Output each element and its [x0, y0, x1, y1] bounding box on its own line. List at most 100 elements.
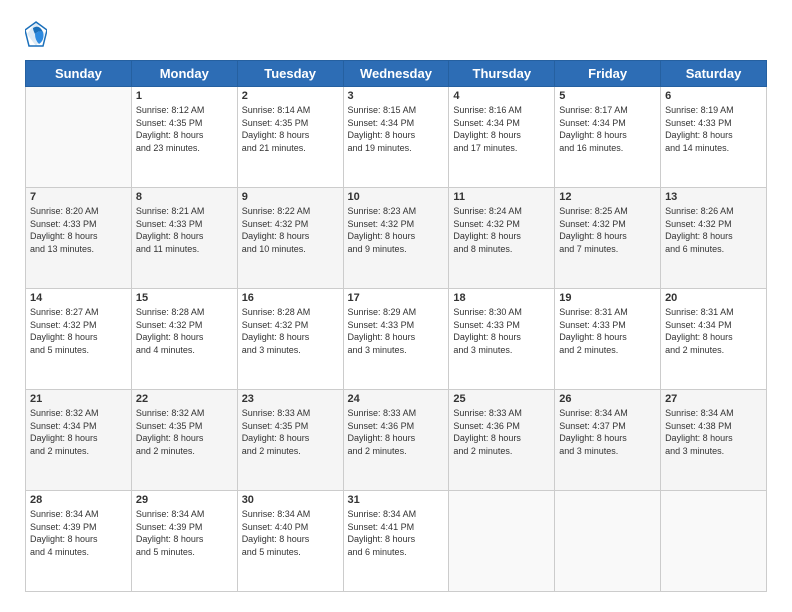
calendar-cell: 7 Sunrise: 8:20 AM Sunset: 4:33 PM Daylig…	[26, 188, 132, 289]
calendar-cell	[661, 491, 767, 592]
day-info: Sunrise: 8:31 AM Sunset: 4:34 PM Dayligh…	[665, 306, 762, 356]
weekday-header-tuesday: Tuesday	[237, 61, 343, 87]
calendar-week-row: 14 Sunrise: 8:27 AM Sunset: 4:32 PM Dayli…	[26, 289, 767, 390]
day-info: Sunrise: 8:12 AM Sunset: 4:35 PM Dayligh…	[136, 104, 233, 154]
calendar-cell: 24 Sunrise: 8:33 AM Sunset: 4:36 PM Dayli…	[343, 390, 449, 491]
day-number: 5	[559, 90, 656, 102]
day-info: Sunrise: 8:30 AM Sunset: 4:33 PM Dayligh…	[453, 306, 550, 356]
day-info: Sunrise: 8:33 AM Sunset: 4:35 PM Dayligh…	[242, 407, 339, 457]
calendar-cell: 11 Sunrise: 8:24 AM Sunset: 4:32 PM Dayli…	[449, 188, 555, 289]
day-info: Sunrise: 8:24 AM Sunset: 4:32 PM Dayligh…	[453, 205, 550, 255]
day-number: 31	[348, 494, 445, 506]
day-info: Sunrise: 8:22 AM Sunset: 4:32 PM Dayligh…	[242, 205, 339, 255]
day-info: Sunrise: 8:14 AM Sunset: 4:35 PM Dayligh…	[242, 104, 339, 154]
calendar-week-row: 28 Sunrise: 8:34 AM Sunset: 4:39 PM Dayli…	[26, 491, 767, 592]
calendar-cell: 17 Sunrise: 8:29 AM Sunset: 4:33 PM Dayli…	[343, 289, 449, 390]
calendar-cell: 27Sunrise: 8:34 AM Sunset: 4:38 PM Dayli…	[661, 390, 767, 491]
day-number: 20	[665, 292, 762, 304]
header	[25, 20, 767, 48]
day-info: Sunrise: 8:28 AM Sunset: 4:32 PM Dayligh…	[242, 306, 339, 356]
day-number: 11	[453, 191, 550, 203]
weekday-header-wednesday: Wednesday	[343, 61, 449, 87]
day-number: 7	[30, 191, 127, 203]
calendar-cell: 8 Sunrise: 8:21 AM Sunset: 4:33 PM Daylig…	[131, 188, 237, 289]
calendar-table: SundayMondayTuesdayWednesdayThursdayFrid…	[25, 60, 767, 592]
day-number: 6	[665, 90, 762, 102]
day-number: 28	[30, 494, 127, 506]
weekday-header-monday: Monday	[131, 61, 237, 87]
day-number: 25	[453, 393, 550, 405]
day-info: Sunrise: 8:27 AM Sunset: 4:32 PM Dayligh…	[30, 306, 127, 356]
day-number: 9	[242, 191, 339, 203]
calendar-cell: 16 Sunrise: 8:28 AM Sunset: 4:32 PM Dayli…	[237, 289, 343, 390]
day-number: 14	[30, 292, 127, 304]
calendar-cell: 3 Sunrise: 8:15 AM Sunset: 4:34 PM Daylig…	[343, 87, 449, 188]
calendar-week-row: 1Sunrise: 8:12 AM Sunset: 4:35 PM Daylig…	[26, 87, 767, 188]
day-info: Sunrise: 8:19 AM Sunset: 4:33 PM Dayligh…	[665, 104, 762, 154]
page: SundayMondayTuesdayWednesdayThursdayFrid…	[0, 0, 792, 612]
calendar-cell: 10Sunrise: 8:23 AM Sunset: 4:32 PM Dayli…	[343, 188, 449, 289]
weekday-header-friday: Friday	[555, 61, 661, 87]
day-number: 12	[559, 191, 656, 203]
calendar-cell: 4Sunrise: 8:16 AM Sunset: 4:34 PM Daylig…	[449, 87, 555, 188]
day-info: Sunrise: 8:29 AM Sunset: 4:33 PM Dayligh…	[348, 306, 445, 356]
weekday-header-saturday: Saturday	[661, 61, 767, 87]
day-info: Sunrise: 8:32 AM Sunset: 4:35 PM Dayligh…	[136, 407, 233, 457]
day-number: 2	[242, 90, 339, 102]
calendar-cell: 6 Sunrise: 8:19 AM Sunset: 4:33 PM Daylig…	[661, 87, 767, 188]
day-number: 18	[453, 292, 550, 304]
day-number: 29	[136, 494, 233, 506]
calendar-cell: 30 Sunrise: 8:34 AM Sunset: 4:40 PM Dayli…	[237, 491, 343, 592]
day-info: Sunrise: 8:34 AM Sunset: 4:37 PM Dayligh…	[559, 407, 656, 457]
day-info: Sunrise: 8:34 AM Sunset: 4:39 PM Dayligh…	[30, 508, 127, 558]
day-number: 10	[348, 191, 445, 203]
day-number: 26	[559, 393, 656, 405]
calendar-cell: 1Sunrise: 8:12 AM Sunset: 4:35 PM Daylig…	[131, 87, 237, 188]
day-info: Sunrise: 8:20 AM Sunset: 4:33 PM Dayligh…	[30, 205, 127, 255]
day-number: 19	[559, 292, 656, 304]
logo	[25, 20, 51, 48]
day-number: 30	[242, 494, 339, 506]
calendar-cell	[449, 491, 555, 592]
calendar-cell: 18 Sunrise: 8:30 AM Sunset: 4:33 PM Dayli…	[449, 289, 555, 390]
day-number: 21	[30, 393, 127, 405]
day-number: 17	[348, 292, 445, 304]
calendar-cell: 12 Sunrise: 8:25 AM Sunset: 4:32 PM Dayli…	[555, 188, 661, 289]
calendar-cell: 23 Sunrise: 8:33 AM Sunset: 4:35 PM Dayli…	[237, 390, 343, 491]
day-info: Sunrise: 8:33 AM Sunset: 4:36 PM Dayligh…	[348, 407, 445, 457]
day-info: Sunrise: 8:21 AM Sunset: 4:33 PM Dayligh…	[136, 205, 233, 255]
day-info: Sunrise: 8:32 AM Sunset: 4:34 PM Dayligh…	[30, 407, 127, 457]
day-info: Sunrise: 8:34 AM Sunset: 4:39 PM Dayligh…	[136, 508, 233, 558]
calendar-cell	[26, 87, 132, 188]
calendar-cell: 15 Sunrise: 8:28 AM Sunset: 4:32 PM Dayli…	[131, 289, 237, 390]
day-info: Sunrise: 8:34 AM Sunset: 4:38 PM Dayligh…	[665, 407, 762, 457]
calendar-cell: 28 Sunrise: 8:34 AM Sunset: 4:39 PM Dayli…	[26, 491, 132, 592]
calendar-week-row: 21 Sunrise: 8:32 AM Sunset: 4:34 PM Dayli…	[26, 390, 767, 491]
day-info: Sunrise: 8:25 AM Sunset: 4:32 PM Dayligh…	[559, 205, 656, 255]
calendar-cell: 2 Sunrise: 8:14 AM Sunset: 4:35 PM Daylig…	[237, 87, 343, 188]
calendar-cell: 31 Sunrise: 8:34 AM Sunset: 4:41 PM Dayli…	[343, 491, 449, 592]
day-number: 24	[348, 393, 445, 405]
day-info: Sunrise: 8:28 AM Sunset: 4:32 PM Dayligh…	[136, 306, 233, 356]
weekday-header-sunday: Sunday	[26, 61, 132, 87]
day-info: Sunrise: 8:34 AM Sunset: 4:41 PM Dayligh…	[348, 508, 445, 558]
calendar-cell: 5 Sunrise: 8:17 AM Sunset: 4:34 PM Daylig…	[555, 87, 661, 188]
day-number: 8	[136, 191, 233, 203]
weekday-header-thursday: Thursday	[449, 61, 555, 87]
day-number: 4	[453, 90, 550, 102]
day-number: 3	[348, 90, 445, 102]
calendar-cell: 25 Sunrise: 8:33 AM Sunset: 4:36 PM Dayli…	[449, 390, 555, 491]
day-info: Sunrise: 8:31 AM Sunset: 4:33 PM Dayligh…	[559, 306, 656, 356]
calendar-week-row: 7 Sunrise: 8:20 AM Sunset: 4:33 PM Daylig…	[26, 188, 767, 289]
day-info: Sunrise: 8:15 AM Sunset: 4:34 PM Dayligh…	[348, 104, 445, 154]
day-info: Sunrise: 8:33 AM Sunset: 4:36 PM Dayligh…	[453, 407, 550, 457]
day-number: 15	[136, 292, 233, 304]
calendar-cell: 29 Sunrise: 8:34 AM Sunset: 4:39 PM Dayli…	[131, 491, 237, 592]
day-number: 13	[665, 191, 762, 203]
calendar-cell: 21 Sunrise: 8:32 AM Sunset: 4:34 PM Dayli…	[26, 390, 132, 491]
day-number: 23	[242, 393, 339, 405]
day-info: Sunrise: 8:34 AM Sunset: 4:40 PM Dayligh…	[242, 508, 339, 558]
day-number: 16	[242, 292, 339, 304]
day-info: Sunrise: 8:17 AM Sunset: 4:34 PM Dayligh…	[559, 104, 656, 154]
calendar-cell: 9 Sunrise: 8:22 AM Sunset: 4:32 PM Daylig…	[237, 188, 343, 289]
